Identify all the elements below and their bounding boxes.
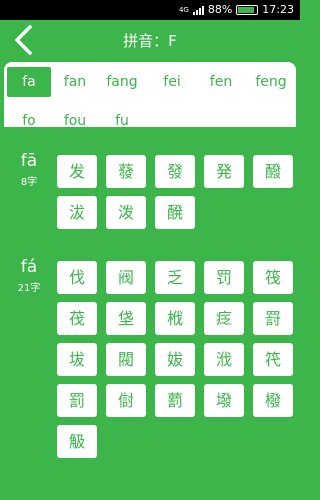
char-button[interactable]: 疺 (204, 302, 244, 335)
char-grid: 发蕟發発醱沷泼醗 (57, 155, 295, 237)
tone-pinyin: fá (20, 257, 38, 277)
char-button[interactable]: 垡 (106, 302, 146, 335)
char-button[interactable]: 筏 (253, 261, 293, 294)
char-grid: 伐阀乏罚筏茷垡栰疺罸坺閥妭浌笩罰傠藅墢橃觙 (57, 261, 295, 466)
tone-pinyin: fā (20, 151, 38, 171)
char-button[interactable]: 妭 (155, 343, 195, 376)
app-bar: 拼音：F (0, 20, 300, 60)
char-button[interactable]: 傠 (106, 384, 146, 417)
tab-fang[interactable]: fang (100, 67, 144, 97)
char-button[interactable]: 醱 (253, 155, 293, 188)
status-bar: 4G 88% 17:23 (0, 0, 300, 20)
character-list: fā 8字 发蕟發発醱沷泼醗 fá 21字 伐阀乏罚筏茷垡栰疺罸坺閥妭浌笩罰傠藅墢橃觙 (4, 127, 296, 500)
tab-fei[interactable]: fei (150, 67, 194, 97)
char-count: 8字 (20, 177, 38, 188)
tab-fu[interactable]: fu (100, 110, 144, 126)
char-count: 21字 (17, 283, 41, 294)
char-button[interactable]: 坺 (57, 343, 97, 376)
char-button[interactable]: 沷 (57, 196, 97, 229)
char-button[interactable]: 橃 (253, 384, 293, 417)
tab-fo[interactable]: fo (7, 110, 51, 126)
char-button[interactable]: 茷 (57, 302, 97, 335)
tab-fou[interactable]: fou (53, 110, 97, 126)
char-button[interactable]: 发 (57, 155, 97, 188)
char-button[interactable]: 阀 (106, 261, 146, 294)
tab-fan[interactable]: fan (53, 67, 97, 97)
char-button[interactable]: 蕟 (106, 155, 146, 188)
char-button[interactable]: 藅 (155, 384, 195, 417)
pinyin-tabs: fa fan fang fei fen feng fo fou fu (4, 62, 296, 126)
status-icons: 4G 88% 17:23 (179, 3, 294, 16)
clock: 17:23 (262, 3, 294, 16)
char-button[interactable]: 栰 (155, 302, 195, 335)
char-button[interactable]: 發 (155, 155, 195, 188)
char-button[interactable]: 罚 (204, 261, 244, 294)
char-button[interactable]: 罸 (253, 302, 293, 335)
tab-feng[interactable]: feng (249, 67, 293, 97)
tab-fa[interactable]: fa (7, 67, 51, 97)
char-button[interactable]: 乏 (155, 261, 195, 294)
char-button[interactable]: 笩 (253, 343, 293, 376)
network-label: 4G (178, 5, 189, 14)
char-button[interactable]: 泼 (106, 196, 146, 229)
content-panel: fa fan fang fei fen feng fo fou fu fā 8字发蕟發発醱沷泼醗 f… (4, 62, 296, 500)
battery-icon (236, 4, 259, 15)
tone-header: fá 21字 (4, 257, 54, 294)
char-button[interactable]: 伐 (57, 261, 97, 294)
char-button[interactable]: 醗 (155, 196, 195, 229)
page-title: 拼音：F (123, 32, 177, 50)
signal-icon (192, 5, 204, 15)
char-button[interactable]: 觙 (57, 425, 97, 458)
char-button[interactable]: 墢 (204, 384, 244, 417)
char-button[interactable]: 浌 (204, 343, 244, 376)
tone-header: fā 8字 (4, 151, 54, 188)
tab-fen[interactable]: fen (199, 67, 243, 97)
char-button[interactable]: 閥 (106, 343, 146, 376)
battery-percent: 88% (207, 3, 233, 16)
char-button[interactable]: 発 (204, 155, 244, 188)
char-button[interactable]: 罰 (57, 384, 97, 417)
